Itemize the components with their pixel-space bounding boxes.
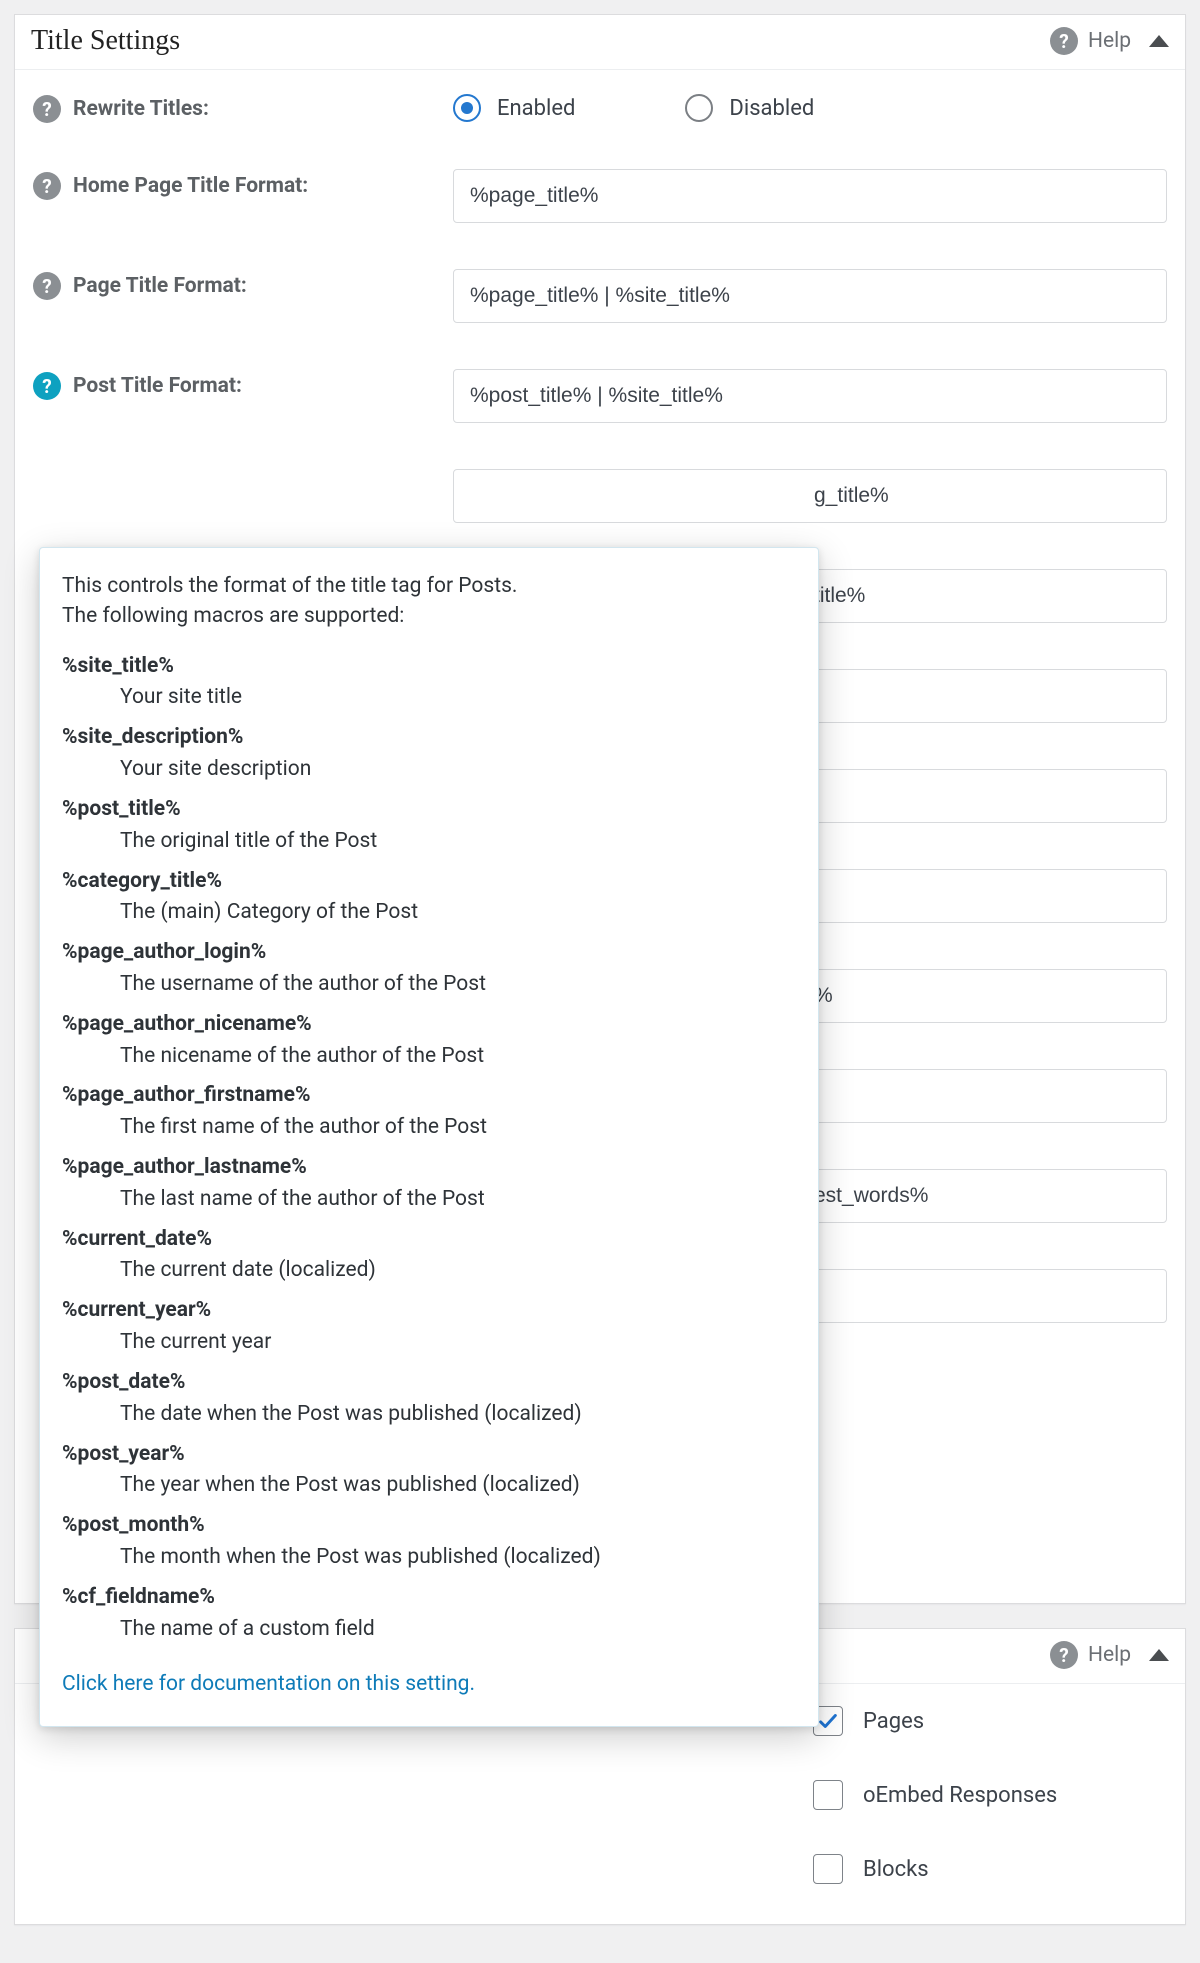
macro-item: %post_date%The date when the Post was pu… — [62, 1368, 792, 1430]
macro-name: %current_date% — [62, 1225, 792, 1255]
tooltip-intro-line1: This controls the format of the title ta… — [62, 574, 517, 598]
cpt-choice-label: oEmbed Responses — [863, 1783, 1057, 1808]
macro-desc: The current date (localized) — [62, 1254, 792, 1286]
panel-title: Title Settings — [31, 25, 1050, 57]
label-page-title-format: ? Page Title Format: — [33, 269, 453, 300]
macro-desc: The year when the Post was published (lo… — [62, 1469, 792, 1501]
macro-list: %site_title%Your site title %site_descrip… — [62, 652, 792, 1645]
macro-item: %page_author_firstname%The first name of… — [62, 1081, 792, 1143]
label-text: Page Title Format: — [73, 274, 247, 298]
radio-enabled[interactable]: Enabled — [453, 94, 575, 122]
label-home-page-title-format: ? Home Page Title Format: — [33, 169, 453, 200]
macro-desc: Your site description — [62, 753, 792, 785]
row-page-title-format: ? Page Title Format: — [33, 269, 1167, 323]
macro-name: %page_author_lastname% — [62, 1153, 792, 1183]
help-icon[interactable]: ? — [1050, 1641, 1078, 1669]
rewrite-titles-radio-group: Enabled Disabled — [453, 92, 1167, 122]
checkbox-icon — [813, 1854, 843, 1884]
macro-item: %category_title%The (main) Category of t… — [62, 867, 792, 929]
collapse-toggle-icon[interactable] — [1149, 1649, 1169, 1661]
cpt-choice-label: Blocks — [863, 1857, 929, 1882]
input-page-title-format[interactable] — [453, 269, 1167, 323]
macro-name: %site_description% — [62, 723, 792, 753]
macro-desc: The nicename of the author of the Post — [62, 1040, 792, 1072]
cpt-choices-row: Pages oEmbed Responses Blocks — [33, 1706, 1167, 1884]
macro-item: %page_author_login%The username of the a… — [62, 938, 792, 1000]
macro-desc: Your site title — [62, 681, 792, 713]
help-icon[interactable]: ? — [33, 272, 61, 300]
radio-label: Disabled — [729, 96, 814, 121]
macro-name: %post_month% — [62, 1511, 792, 1541]
radio-label: Enabled — [497, 96, 575, 121]
label-text: Post Title Format: — [73, 374, 242, 398]
macro-item: %site_title%Your site title — [62, 652, 792, 714]
macro-name: %post_title% — [62, 795, 792, 825]
help-icon[interactable]: ? — [33, 372, 61, 400]
label-text: Home Page Title Format: — [73, 174, 308, 198]
macro-item: %page_author_nicename%The nicename of th… — [62, 1010, 792, 1072]
macro-name: %current_year% — [62, 1296, 792, 1326]
macro-name: %page_author_nicename% — [62, 1010, 792, 1040]
macro-desc: The (main) Category of the Post — [62, 896, 792, 928]
help-icon[interactable]: ? — [33, 95, 61, 123]
macro-name: %page_author_login% — [62, 938, 792, 968]
help-label[interactable]: Help — [1088, 29, 1131, 53]
macro-name: %post_year% — [62, 1440, 792, 1470]
post-title-format-tooltip: This controls the format of the title ta… — [39, 547, 819, 1727]
macro-item: %site_description%Your site description — [62, 723, 792, 785]
cpt-choice-label: Pages — [863, 1709, 924, 1734]
macro-desc: The date when the Post was published (lo… — [62, 1398, 792, 1430]
macro-desc: The month when the Post was published (l… — [62, 1541, 792, 1573]
row-home-page-title-format: ? Home Page Title Format: — [33, 169, 1167, 223]
macro-name: %page_author_firstname% — [62, 1081, 792, 1111]
macro-desc: The last name of the author of the Post — [62, 1183, 792, 1215]
input-blog-title-format[interactable] — [453, 469, 1167, 523]
checkbox-icon — [813, 1780, 843, 1810]
macro-item: %current_date%The current date (localize… — [62, 1225, 792, 1287]
macro-item: %cf_fieldname%The name of a custom field — [62, 1583, 792, 1645]
macro-item: %post_title%The original title of the Po… — [62, 795, 792, 857]
macro-name: %category_title% — [62, 867, 792, 897]
macro-item: %current_year%The current year — [62, 1296, 792, 1358]
macro-desc: The first name of the author of the Post — [62, 1111, 792, 1143]
macro-name: %cf_fieldname% — [62, 1583, 792, 1613]
cpt-choice[interactable]: Blocks — [813, 1854, 1167, 1884]
help-label[interactable]: Help — [1088, 1643, 1131, 1667]
cpt-choices: Pages oEmbed Responses Blocks — [813, 1706, 1167, 1884]
tooltip-intro-line2: The following macros are supported: — [62, 604, 404, 628]
macro-name: %post_date% — [62, 1368, 792, 1398]
tooltip-intro: This controls the format of the title ta… — [62, 572, 792, 632]
title-settings-panel: Title Settings ? Help ? Rewrite Titles: — [14, 14, 1186, 1604]
cpt-choice[interactable]: oEmbed Responses — [813, 1780, 1167, 1810]
radio-icon — [453, 94, 481, 122]
input-post-title-format[interactable] — [453, 369, 1167, 423]
tooltip-doc-link[interactable]: Click here for documentation on this set… — [62, 1670, 792, 1700]
macro-item: %post_year%The year when the Post was pu… — [62, 1440, 792, 1502]
label-post-title-format: ? Post Title Format: — [33, 369, 453, 400]
row-post-title-format: ? Post Title Format: — [33, 369, 1167, 423]
panel-header: Title Settings ? Help — [15, 15, 1185, 70]
collapse-toggle-icon[interactable] — [1149, 35, 1169, 47]
macro-desc: The original title of the Post — [62, 825, 792, 857]
label-text: Rewrite Titles: — [73, 97, 209, 121]
help-icon[interactable]: ? — [33, 172, 61, 200]
cpt-choice[interactable]: Pages — [813, 1706, 1167, 1736]
macro-desc: The name of a custom field — [62, 1613, 792, 1645]
macro-item: %post_month%The month when the Post was … — [62, 1511, 792, 1573]
row-rewrite-titles: ? Rewrite Titles: Enabled Disabled — [33, 92, 1167, 123]
radio-disabled[interactable]: Disabled — [685, 94, 814, 122]
row-blog-title-format: ?. — [33, 469, 1167, 523]
label-rewrite-titles: ? Rewrite Titles: — [33, 92, 453, 123]
macro-name: %site_title% — [62, 652, 792, 682]
radio-icon — [685, 94, 713, 122]
macro-desc: The username of the author of the Post — [62, 968, 792, 1000]
macro-item: %page_author_lastname%The last name of t… — [62, 1153, 792, 1215]
input-home-page-title-format[interactable] — [453, 169, 1167, 223]
help-icon[interactable]: ? — [1050, 27, 1078, 55]
macro-desc: The current year — [62, 1326, 792, 1358]
